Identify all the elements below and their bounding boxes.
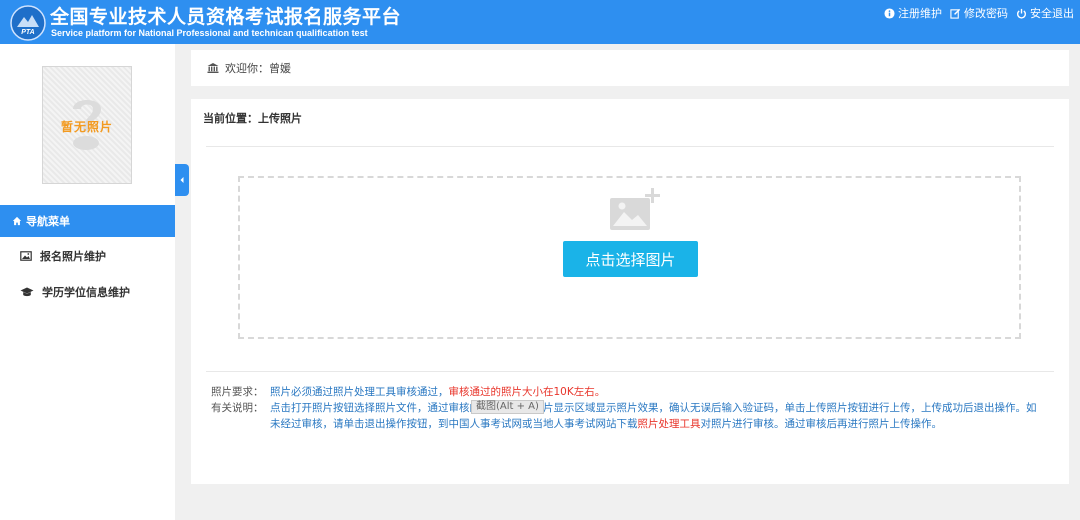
no-photo-text: 暂无照片 <box>60 120 113 134</box>
select-image-button[interactable]: 点击选择图片 <box>563 241 698 277</box>
change-password-label: 修改密码 <box>964 7 1008 20</box>
top-header: PTA 全国专业技术人员资格考试报名服务平台 Service platform … <box>0 0 1080 44</box>
divider <box>206 146 1054 147</box>
sidebar-item-label: 学历学位信息维护 <box>42 286 130 299</box>
nav-menu-header: 导航菜单 <box>0 205 175 237</box>
pta-logo-icon: PTA <box>10 5 46 41</box>
edit-icon <box>950 8 961 19</box>
image-icon <box>20 251 32 261</box>
platform-title: 全国专业技术人员资格考试报名服务平台 <box>50 6 402 28</box>
add-image-icon <box>610 188 660 230</box>
photo-placeholder: 暂无照片 <box>42 66 132 184</box>
sidebar-item-photo[interactable]: 报名照片维护 <box>0 239 175 273</box>
logout-label: 安全退出 <box>1030 7 1074 20</box>
sidebar: 暂无照片 导航菜单 报名照片维护 学历学位信息维护 <box>0 44 175 520</box>
welcome-text: 欢迎你：曾媛 <box>225 62 291 75</box>
graduation-cap-icon <box>20 287 34 297</box>
sidebar-item-education[interactable]: 学历学位信息维护 <box>0 275 175 309</box>
divider <box>206 371 1054 372</box>
instructions-text-end: 对照片进行审核。通过审核后再进行照片上传操作。 <box>700 418 943 430</box>
top-links: 注册维护 修改密码 安全退出 <box>884 5 1074 21</box>
logout-link[interactable]: 安全退出 <box>1016 5 1074 21</box>
sidebar-item-label: 报名照片维护 <box>40 250 106 263</box>
photo-size-warning: 审核通过的照片大小在10K左右。 <box>448 386 606 398</box>
upload-notes: 照片要求： 照片必须通过照片处理工具审核通过，审核通过的照片大小在10K左右。 … <box>211 384 1041 432</box>
chevron-left-icon <box>180 177 184 183</box>
sidebar-collapse-toggle[interactable] <box>175 164 189 196</box>
instructions-label: 有关说明： <box>211 402 264 414</box>
home-icon <box>12 216 22 226</box>
platform-subtitle: Service platform for National Profession… <box>51 28 368 38</box>
breadcrumb: 当前位置：上传照片 <box>203 112 302 125</box>
photo-upload-area[interactable]: 点击选择图片 <box>238 176 1021 339</box>
register-maintenance-link[interactable]: 注册维护 <box>884 5 942 21</box>
photo-tool-link[interactable]: 照片处理工具 <box>638 418 701 430</box>
photo-requirement-text: 照片必须通过照片处理工具审核通过， <box>270 386 449 398</box>
change-password-link[interactable]: 修改密码 <box>950 5 1008 21</box>
svg-text:PTA: PTA <box>21 29 34 36</box>
bank-icon <box>207 63 219 73</box>
register-maintenance-label: 注册维护 <box>898 7 942 20</box>
info-circle-icon <box>884 7 895 19</box>
photo-requirement-label: 照片要求： <box>211 386 264 398</box>
instructions-row: 有关说明： 点击打开照片按钮选择照片文件，通过审核的照片可以在照片显示区域显示照… <box>211 400 1041 432</box>
nav-menu-title: 导航菜单 <box>26 215 70 228</box>
main-panel: 当前位置：上传照片 点击选择图片 照片要求： 照片必须通过照片处理工具审核通过，… <box>191 99 1069 484</box>
power-icon <box>1016 8 1027 19</box>
welcome-bar: 欢迎你：曾媛 <box>191 50 1069 86</box>
screenshot-tooltip: 截图(Alt + A) <box>471 400 544 414</box>
photo-requirement-row: 照片要求： 照片必须通过照片处理工具审核通过，审核通过的照片大小在10K左右。 <box>211 384 1041 400</box>
